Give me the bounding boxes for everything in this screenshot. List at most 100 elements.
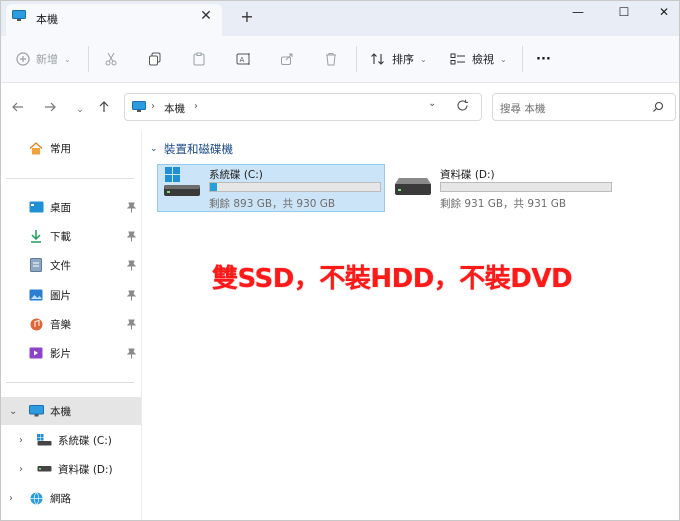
refresh-button[interactable] <box>456 99 469 115</box>
trash-icon <box>324 52 338 66</box>
drive-icon <box>36 462 52 476</box>
sidebar-divider <box>6 382 134 383</box>
rename-icon: A <box>236 52 252 66</box>
red-annotation-text: 雙SSD，不裝HDD，不裝DVD <box>212 264 573 294</box>
drive-usage-fill <box>210 183 217 191</box>
copy-button[interactable] <box>148 48 162 70</box>
sidebar-item-pictures[interactable]: 圖片 <box>0 281 142 309</box>
pin-icon <box>126 231 137 243</box>
new-button-label: 新增 <box>36 53 58 66</box>
close-button[interactable]: ✕ <box>650 2 678 22</box>
sidebar-item-videos[interactable]: 影片 <box>0 339 142 367</box>
tab-title: 本機 <box>36 13 58 26</box>
maximize-button[interactable]: ☐ <box>610 2 638 22</box>
sidebar-item-label: 音樂 <box>50 318 71 331</box>
sidebar-item-home[interactable]: 常用 <box>0 134 142 162</box>
monitor-icon <box>28 404 44 418</box>
sidebar-item-label: 桌面 <box>50 201 71 214</box>
drive-icon <box>393 176 433 201</box>
document-icon <box>28 258 44 272</box>
delete-button[interactable] <box>324 48 338 70</box>
sidebar-item-label: 圖片 <box>50 289 71 302</box>
chevron-down-icon: ⌄ <box>9 405 18 417</box>
tab-close-button[interactable]: ✕ <box>198 8 214 24</box>
breadcrumb-separator-icon: › <box>194 101 198 112</box>
pane-splitter[interactable] <box>141 131 142 521</box>
picture-icon <box>28 288 44 302</box>
paste-button[interactable] <box>192 48 206 70</box>
chevron-down-icon: ⌄ <box>420 54 427 64</box>
sidebar-item-this-pc[interactable]: ⌄ 本機 <box>0 397 142 425</box>
chevron-down-icon: ⌄ <box>500 54 507 64</box>
arrow-right-icon <box>45 102 56 112</box>
search-input[interactable]: 搜尋 本機 <box>500 101 545 116</box>
sidebar-item-label: 系統碟 (C:) <box>58 434 112 447</box>
toolbar-separator <box>88 46 89 72</box>
sidebar-item-label: 網路 <box>50 492 71 505</box>
up-button[interactable] <box>96 100 112 116</box>
share-button[interactable] <box>280 48 294 70</box>
address-dropdown-button[interactable]: ⌄ <box>428 98 436 109</box>
arrow-up-icon <box>99 101 109 112</box>
sidebar-item-drive-d[interactable]: › 資料碟 (D:) <box>0 455 142 483</box>
download-arrow-icon <box>28 229 44 243</box>
sidebar-item-downloads[interactable]: 下載 <box>0 222 142 250</box>
view-button-label: 檢視 <box>472 53 494 66</box>
clipboard-icon <box>192 52 206 66</box>
copy-icon <box>148 52 162 66</box>
system-drive-icon <box>36 433 52 447</box>
music-icon <box>28 317 44 331</box>
monitor-icon <box>132 101 146 116</box>
recent-locations-button[interactable]: ⌄ <box>72 100 88 116</box>
sidebar-item-music[interactable]: 音樂 <box>0 310 142 338</box>
network-icon <box>28 491 44 505</box>
pin-icon <box>126 260 137 272</box>
drive-usage-bar <box>209 182 381 192</box>
chevron-right-icon: › <box>19 434 23 446</box>
group-header-devices[interactable]: 裝置和磁碟機 <box>164 141 233 157</box>
svg-text:A: A <box>240 56 245 64</box>
sidebar-item-label: 本機 <box>50 405 71 418</box>
system-drive-icon <box>162 166 202 201</box>
sidebar-item-network[interactable]: › 網路 <box>0 484 142 512</box>
toolbar-separator <box>356 46 357 72</box>
chevron-right-icon: › <box>19 463 23 475</box>
sort-icon <box>370 52 386 66</box>
refresh-icon <box>457 99 469 111</box>
chevron-down-icon[interactable]: ⌄ <box>150 144 158 154</box>
pin-icon <box>126 290 137 302</box>
pin-icon <box>126 202 137 214</box>
sidebar-item-desktop[interactable]: 桌面 <box>0 193 142 221</box>
back-button[interactable] <box>10 100 26 116</box>
more-options-button[interactable]: ··· <box>536 48 551 70</box>
toolbar-separator <box>522 46 523 72</box>
view-list-icon <box>450 52 466 66</box>
view-button[interactable]: 檢視 ⌄ <box>450 48 507 70</box>
chevron-down-icon: ⌄ <box>76 105 84 115</box>
breadcrumb-separator-icon: › <box>151 101 155 112</box>
sidebar-item-label: 資料碟 (D:) <box>58 463 113 476</box>
breadcrumb-this-pc[interactable]: 本機 <box>164 101 185 116</box>
chevron-right-icon: › <box>9 492 13 504</box>
sidebar-item-documents[interactable]: 文件 <box>0 251 142 279</box>
drive-name: 資料碟 (D:) <box>440 169 495 181</box>
minimize-button[interactable]: — <box>564 2 592 22</box>
cut-button[interactable] <box>104 48 118 70</box>
search-icon <box>652 101 664 116</box>
command-bar <box>0 36 680 83</box>
rename-button[interactable]: A <box>236 48 252 70</box>
sidebar-item-drive-c[interactable]: › 系統碟 (C:) <box>0 426 142 454</box>
forward-button[interactable] <box>42 100 58 116</box>
pin-icon <box>126 319 137 331</box>
new-tab-button[interactable]: + <box>238 8 256 26</box>
plus-circle-icon <box>16 52 30 66</box>
share-icon <box>280 52 294 66</box>
arrow-left-icon <box>12 102 23 112</box>
sidebar-item-label: 常用 <box>50 142 71 155</box>
drive-name: 系統碟 (C:) <box>209 169 263 181</box>
sort-button[interactable]: 排序 ⌄ <box>370 48 427 70</box>
new-button[interactable]: 新增 ⌄ <box>16 48 71 70</box>
home-icon <box>28 141 44 155</box>
sidebar-item-label: 影片 <box>50 347 71 360</box>
sidebar-item-label: 文件 <box>50 259 71 272</box>
